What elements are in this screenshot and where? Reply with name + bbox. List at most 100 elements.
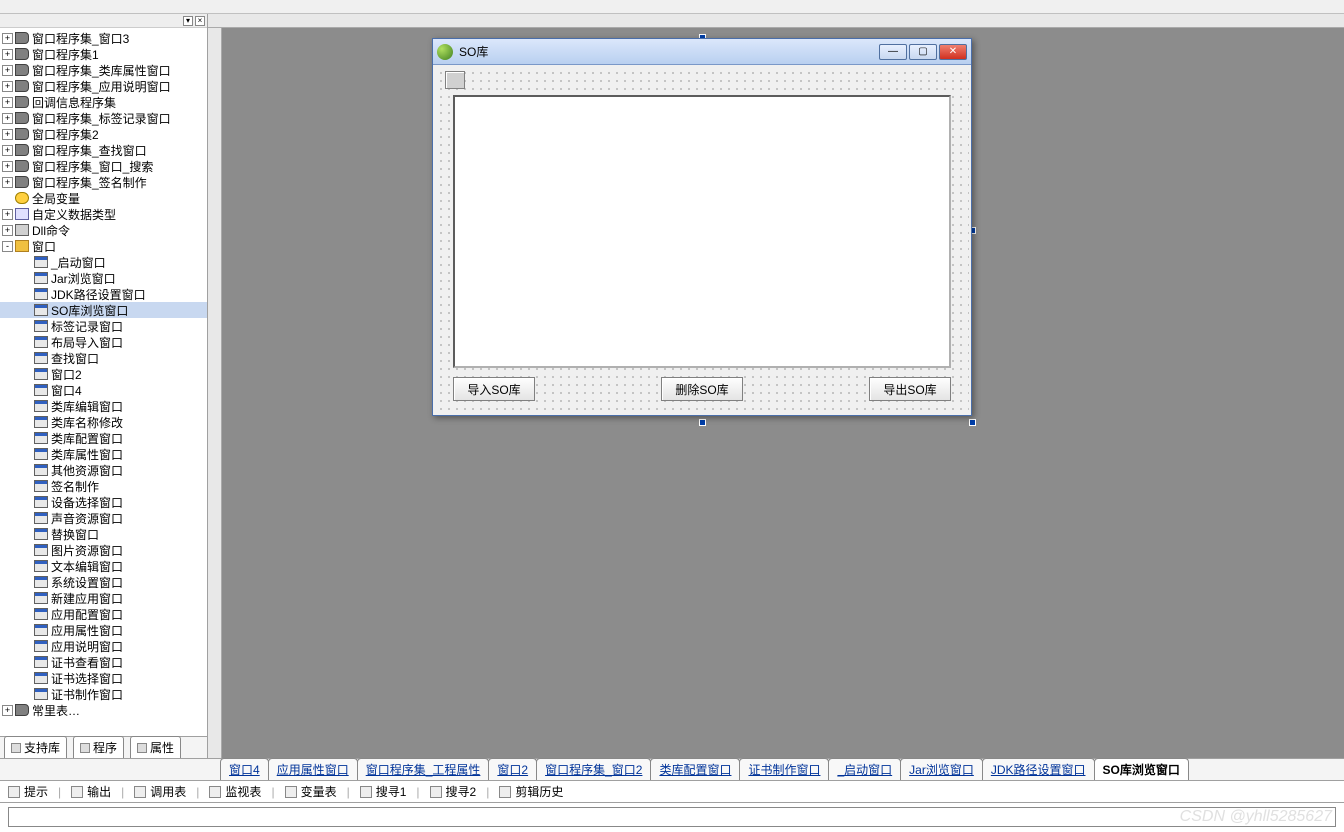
selection-frame[interactable]: SO库 — ▢ ✕ 导入SO库 删除SO库 导出SO库: [432, 38, 972, 422]
tree-item[interactable]: _启动窗口: [0, 254, 207, 270]
collapse-icon[interactable]: -: [2, 241, 13, 252]
document-tab[interactable]: 应用属性窗口: [268, 758, 358, 780]
document-tab[interactable]: 类库配置窗口: [650, 758, 740, 780]
minimize-button[interactable]: —: [879, 44, 907, 60]
tree-item[interactable]: 签名制作: [0, 478, 207, 494]
tree-item[interactable]: -窗口: [0, 238, 207, 254]
output-tab[interactable]: 变量表: [285, 783, 337, 800]
resize-handle-se[interactable]: [969, 419, 976, 426]
expand-icon[interactable]: +: [2, 129, 13, 140]
tree-item[interactable]: +窗口程序集_窗口3: [0, 30, 207, 46]
delete-so-button[interactable]: 删除SO库: [661, 377, 743, 401]
tree-item[interactable]: 其他资源窗口: [0, 462, 207, 478]
document-tab[interactable]: _启动窗口: [828, 758, 901, 780]
tree-item[interactable]: 图片资源窗口: [0, 542, 207, 558]
expand-icon[interactable]: +: [2, 113, 13, 124]
document-tab[interactable]: 窗口4: [220, 758, 269, 780]
close-button[interactable]: ✕: [939, 44, 967, 60]
expand-icon[interactable]: +: [2, 705, 13, 716]
tree-item[interactable]: 全局变量: [0, 190, 207, 206]
project-tree[interactable]: +窗口程序集_窗口3+窗口程序集1+窗口程序集_类库属性窗口+窗口程序集_应用说…: [0, 28, 207, 736]
output-tab[interactable]: 剪辑历史: [499, 783, 563, 800]
tree-item[interactable]: 应用配置窗口: [0, 606, 207, 622]
listview-control[interactable]: [453, 95, 951, 368]
ruler-horizontal: [208, 14, 1344, 28]
tree-item[interactable]: SO库浏览窗口: [0, 302, 207, 318]
tree-item[interactable]: 类库名称修改: [0, 414, 207, 430]
form-client-area[interactable]: 导入SO库 删除SO库 导出SO库: [435, 67, 969, 413]
document-tab[interactable]: 窗口2: [488, 758, 537, 780]
expand-icon[interactable]: +: [2, 97, 13, 108]
tree-item[interactable]: +窗口程序集_应用说明窗口: [0, 78, 207, 94]
tree-item[interactable]: 替换窗口: [0, 526, 207, 542]
expand-icon[interactable]: +: [2, 49, 13, 60]
document-tab[interactable]: 窗口程序集_窗口2: [536, 758, 651, 780]
tree-item[interactable]: 证书查看窗口: [0, 654, 207, 670]
expand-icon[interactable]: +: [2, 225, 13, 236]
document-tab[interactable]: SO库浏览窗口: [1094, 758, 1189, 780]
output-tab[interactable]: 监视表: [209, 783, 261, 800]
document-tab[interactable]: 窗口程序集_工程属性: [357, 758, 490, 780]
output-tab[interactable]: 调用表: [134, 783, 186, 800]
tree-item[interactable]: 文本编辑窗口: [0, 558, 207, 574]
document-tab[interactable]: Jar浏览窗口: [900, 758, 983, 780]
document-tab[interactable]: JDK路径设置窗口: [982, 758, 1095, 780]
tree-item[interactable]: 类库属性窗口: [0, 446, 207, 462]
tree-item[interactable]: 应用说明窗口: [0, 638, 207, 654]
left-tab[interactable]: 程序: [73, 736, 124, 758]
design-canvas[interactable]: SO库 — ▢ ✕ 导入SO库 删除SO库 导出SO库: [208, 14, 1344, 758]
tree-item[interactable]: +窗口程序集1: [0, 46, 207, 62]
tree-item[interactable]: +常里表…: [0, 702, 207, 718]
expand-icon[interactable]: +: [2, 177, 13, 188]
tree-item[interactable]: 窗口2: [0, 366, 207, 382]
expand-icon[interactable]: +: [2, 209, 13, 220]
toolbar-control[interactable]: [445, 71, 465, 89]
output-tab[interactable]: 搜寻1: [360, 783, 407, 800]
tree-item[interactable]: 应用属性窗口: [0, 622, 207, 638]
document-tab[interactable]: 证书制作窗口: [739, 758, 829, 780]
panel-dropdown-icon[interactable]: ▾: [183, 16, 193, 26]
tree-item[interactable]: 证书选择窗口: [0, 670, 207, 686]
tree-item[interactable]: 新建应用窗口: [0, 590, 207, 606]
output-tab[interactable]: 搜寻2: [430, 783, 477, 800]
tree-item[interactable]: JDK路径设置窗口: [0, 286, 207, 302]
tree-item[interactable]: +回调信息程序集: [0, 94, 207, 110]
expand-icon[interactable]: +: [2, 65, 13, 76]
tree-item[interactable]: +自定义数据类型: [0, 206, 207, 222]
resize-handle-s[interactable]: [699, 419, 706, 426]
tree-item[interactable]: +窗口程序集_标签记录窗口: [0, 110, 207, 126]
tree-item[interactable]: 标签记录窗口: [0, 318, 207, 334]
left-tab[interactable]: 支持库: [4, 736, 67, 758]
tree-item[interactable]: 布局导入窗口: [0, 334, 207, 350]
form-designer-window[interactable]: SO库 — ▢ ✕ 导入SO库 删除SO库 导出SO库: [432, 38, 972, 416]
output-tab[interactable]: 输出: [71, 783, 111, 800]
tree-item[interactable]: 系统设置窗口: [0, 574, 207, 590]
export-so-button[interactable]: 导出SO库: [869, 377, 951, 401]
tree-item[interactable]: 窗口4: [0, 382, 207, 398]
left-tab[interactable]: 属性: [130, 736, 181, 758]
panel-close-icon[interactable]: ×: [195, 16, 205, 26]
tree-item[interactable]: 声音资源窗口: [0, 510, 207, 526]
tree-item[interactable]: 类库配置窗口: [0, 430, 207, 446]
tree-item[interactable]: 类库编辑窗口: [0, 398, 207, 414]
tree-item[interactable]: +窗口程序集_签名制作: [0, 174, 207, 190]
form-titlebar[interactable]: SO库 — ▢ ✕: [433, 39, 971, 65]
maximize-button[interactable]: ▢: [909, 44, 937, 60]
expand-icon[interactable]: +: [2, 161, 13, 172]
tree-item[interactable]: +窗口程序集_窗口_搜索: [0, 158, 207, 174]
import-so-button[interactable]: 导入SO库: [453, 377, 535, 401]
expand-icon[interactable]: +: [2, 33, 13, 44]
tree-item[interactable]: 证书制作窗口: [0, 686, 207, 702]
expand-icon[interactable]: +: [2, 81, 13, 92]
tree-item[interactable]: 设备选择窗口: [0, 494, 207, 510]
output-textarea[interactable]: [8, 807, 1336, 827]
tree-item[interactable]: 查找窗口: [0, 350, 207, 366]
tree-item[interactable]: +窗口程序集_查找窗口: [0, 142, 207, 158]
tree-item[interactable]: Jar浏览窗口: [0, 270, 207, 286]
expand-icon[interactable]: +: [2, 145, 13, 156]
document-tab-label: JDK路径设置窗口: [991, 761, 1086, 778]
tree-item[interactable]: +窗口程序集2: [0, 126, 207, 142]
tree-item[interactable]: +窗口程序集_类库属性窗口: [0, 62, 207, 78]
tree-item[interactable]: +Dll命令: [0, 222, 207, 238]
output-tab[interactable]: 提示: [8, 783, 48, 800]
